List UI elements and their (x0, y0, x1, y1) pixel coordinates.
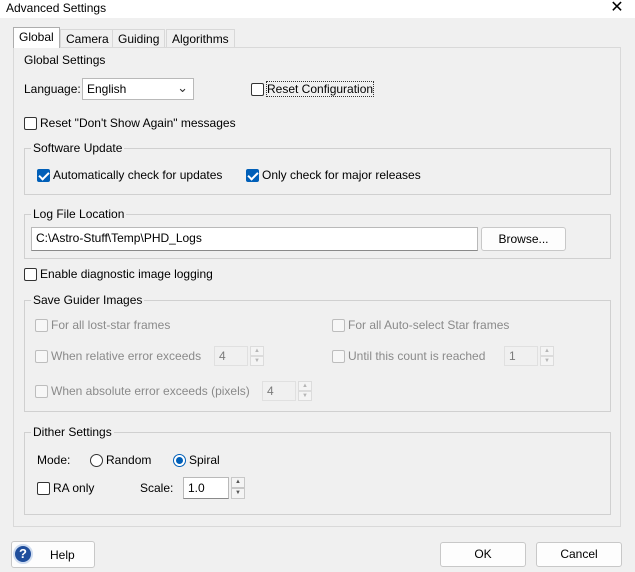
relative-error-checkbox[interactable] (35, 350, 48, 363)
ok-button[interactable]: OK (440, 542, 526, 567)
scale-input[interactable]: 1.0 (183, 477, 229, 499)
close-icon[interactable]: ✕ (609, 0, 625, 17)
tab-global[interactable]: Global (13, 27, 60, 48)
reset-configuration-checkbox[interactable] (251, 83, 264, 96)
until-count-down-icon[interactable]: ▼ (540, 356, 554, 366)
help-button[interactable]: ? Help (11, 541, 95, 568)
diagnostic-logging-label[interactable]: Enable diagnostic image logging (40, 267, 213, 281)
software-update-label: Software Update (31, 141, 125, 155)
diagnostic-logging-checkbox[interactable] (24, 268, 37, 281)
absolute-error-up-icon[interactable]: ▲ (298, 381, 312, 391)
auto-check-updates-label[interactable]: Automatically check for updates (53, 168, 222, 182)
dither-label: Dither Settings (31, 425, 114, 439)
language-select[interactable]: English ⌄ (82, 78, 194, 100)
dither-mode-label: Mode: (37, 453, 71, 467)
dither-spiral-radio[interactable] (173, 454, 186, 467)
browse-button[interactable]: Browse... (481, 227, 566, 251)
ra-only-checkbox[interactable] (37, 482, 50, 495)
until-count-checkbox[interactable] (332, 350, 345, 363)
language-label: Language: (24, 82, 81, 96)
help-icon: ? (13, 544, 33, 564)
absolute-error-checkbox[interactable] (35, 385, 48, 398)
ra-only-label[interactable]: RA only (53, 481, 94, 495)
major-releases-label[interactable]: Only check for major releases (262, 168, 421, 182)
tab-guiding[interactable]: Guiding (112, 29, 166, 48)
window-title: Advanced Settings (6, 1, 107, 15)
until-count-label: Until this count is reached (348, 349, 486, 363)
major-releases-checkbox[interactable] (246, 169, 259, 182)
relative-error-input[interactable]: 4 (214, 346, 248, 366)
all-lost-star-label: For all lost-star frames (51, 318, 171, 332)
absolute-error-down-icon[interactable]: ▼ (298, 391, 312, 401)
scale-down-icon[interactable]: ▼ (231, 488, 245, 499)
dither-random-radio[interactable] (90, 454, 103, 467)
scale-label: Scale: (140, 481, 174, 495)
reset-dont-show-checkbox[interactable] (24, 117, 37, 130)
all-auto-select-checkbox[interactable] (332, 319, 345, 332)
dither-spiral-label[interactable]: Spiral (189, 453, 220, 467)
help-label: Help (50, 548, 75, 562)
until-count-input[interactable]: 1 (504, 346, 538, 366)
all-auto-select-label: For all Auto-select Star frames (348, 318, 510, 332)
log-path-input[interactable]: C:\Astro-Stuff\Temp\PHD_Logs (31, 227, 478, 251)
absolute-error-input[interactable]: 4 (262, 381, 296, 401)
scale-up-icon[interactable]: ▲ (231, 477, 245, 488)
relative-error-down-icon[interactable]: ▼ (250, 356, 264, 366)
reset-dont-show-label[interactable]: Reset "Don't Show Again" messages (40, 116, 236, 130)
dither-random-label[interactable]: Random (106, 453, 151, 467)
language-value: English (87, 82, 127, 96)
chevron-down-icon: ⌄ (177, 80, 188, 95)
relative-error-label: When relative error exceeds (51, 349, 202, 363)
all-lost-star-checkbox[interactable] (35, 319, 48, 332)
relative-error-up-icon[interactable]: ▲ (250, 346, 264, 356)
cancel-button[interactable]: Cancel (536, 542, 622, 567)
save-guider-label: Save Guider Images (31, 293, 145, 307)
until-count-up-icon[interactable]: ▲ (540, 346, 554, 356)
absolute-error-label: When absolute error exceeds (pixels) (51, 384, 250, 398)
global-settings-label: Global Settings (24, 53, 106, 67)
auto-check-updates-checkbox[interactable] (37, 169, 50, 182)
dither-group (24, 432, 611, 515)
reset-configuration-label[interactable]: Reset Configuration (265, 81, 375, 97)
tab-camera[interactable]: Camera (60, 29, 115, 48)
tab-algorithms[interactable]: Algorithms (166, 29, 235, 48)
log-file-label: Log File Location (31, 207, 127, 221)
